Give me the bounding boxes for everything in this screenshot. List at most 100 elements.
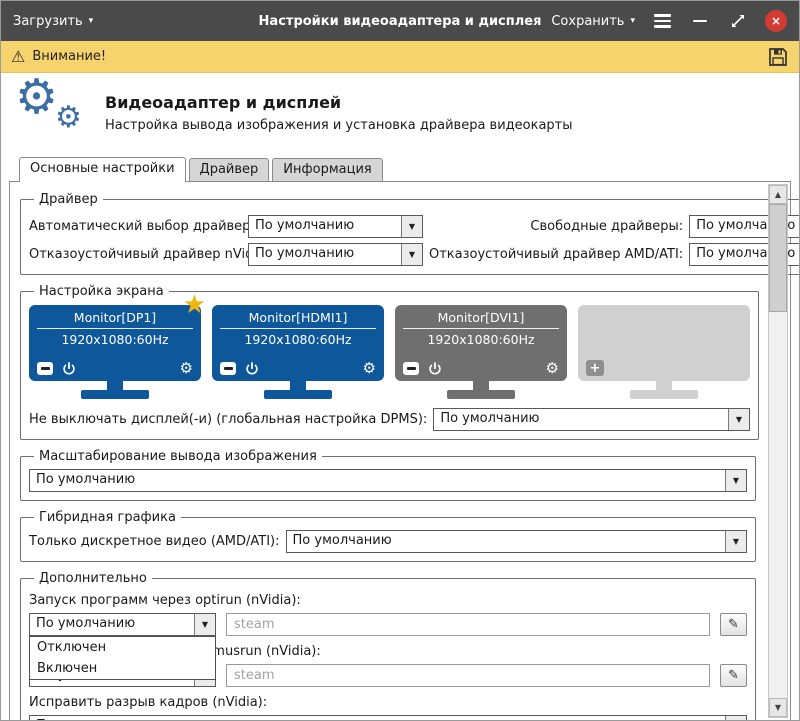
menu-button[interactable] — [651, 11, 673, 31]
primusrun-program-input[interactable] — [226, 664, 710, 687]
tearfree-select[interactable]: По умолчанию ▼ — [29, 715, 747, 720]
scroll-up-button[interactable]: ▲ — [769, 185, 787, 204]
hamburger-icon — [653, 14, 671, 17]
monitor-stand — [473, 381, 489, 390]
monitor-stand-base — [81, 390, 149, 399]
settings-panel: Драйвер Автоматический выбор драйвера: П… — [9, 181, 799, 720]
monitor-screen: Monitor[DP1] 1920x1080:60Hz ⚙ — [29, 305, 201, 381]
monitor-controls: ⚙ — [37, 361, 193, 376]
monitor-card-empty[interactable]: + — [578, 305, 750, 399]
monitor-stand — [656, 381, 672, 390]
monitor-settings-button[interactable]: ⚙ — [180, 361, 193, 376]
auto-driver-select[interactable]: По умолчанию ▼ — [248, 215, 423, 238]
monitor-card-dp1[interactable]: ★ Monitor[DP1] 1920x1080:60Hz ⚙ — [29, 292, 206, 399]
power-button[interactable] — [245, 361, 259, 376]
add-monitor-button[interactable]: + — [586, 360, 604, 376]
select-value: По умолчанию — [292, 533, 392, 548]
monitor-name: Monitor[DVI1] — [403, 308, 559, 329]
tab-information[interactable]: Информация — [272, 158, 383, 181]
driver-row-2: Отказоустойчивый драйвер nVidia: По умол… — [29, 243, 799, 266]
scaling-select[interactable]: По умолчанию ▼ — [29, 469, 747, 492]
load-button-label: Загрузить — [13, 13, 83, 29]
gear-icon: ⚙ — [15, 69, 59, 125]
minimize-icon — [693, 19, 707, 23]
chevron-down-icon: ▼ — [725, 470, 746, 491]
monitor-controls: ⚙ — [403, 361, 559, 376]
monitor-card-dvi1[interactable]: Monitor[DVI1] 1920x1080:60Hz ⚙ — [395, 305, 567, 399]
dropdown-option-enabled[interactable]: Включен — [30, 658, 215, 679]
optirun-select[interactable]: По умолчанию ▼ — [29, 613, 216, 636]
minus-icon — [40, 367, 50, 370]
close-button[interactable]: × — [765, 10, 787, 32]
chevron-down-icon: ▾ — [630, 15, 635, 26]
scaling-fieldset: Масштабирование вывода изображения По ум… — [20, 449, 756, 501]
monitor-mode: 1920x1080:60Hz — [427, 332, 535, 347]
monitor-list: ★ Monitor[DP1] 1920x1080:60Hz ⚙ Monitor[… — [29, 292, 750, 399]
dpms-select[interactable]: По умолчанию ▼ — [433, 408, 750, 431]
power-button[interactable] — [428, 361, 442, 376]
extra-legend: Дополнительно — [39, 571, 147, 586]
failsafe-nvidia-select[interactable]: По умолчанию ▼ — [248, 243, 423, 266]
disable-monitor-button[interactable] — [403, 362, 419, 375]
monitor-stand — [107, 381, 123, 390]
optirun-edit-button[interactable]: ✎ — [720, 613, 747, 636]
disable-monitor-button[interactable] — [220, 362, 236, 375]
failsafe-amd-label: Отказоустойчивый драйвер AMD/ATI: — [429, 247, 684, 262]
select-value: По умолчанию — [255, 246, 355, 261]
monitor-settings-button[interactable]: ⚙ — [546, 361, 559, 376]
dropdown-option-disabled[interactable]: Отключен — [30, 637, 215, 658]
monitor-mode: 1920x1080:60Hz — [61, 332, 169, 347]
power-button[interactable] — [62, 361, 76, 376]
tab-main-settings[interactable]: Основные настройки — [19, 157, 186, 182]
pencil-icon: ✎ — [728, 617, 739, 632]
driver-row-1: Автоматический выбор драйвера: По умолча… — [29, 215, 799, 238]
optirun-program-input[interactable] — [226, 613, 710, 636]
select-value: По умолчанию — [255, 218, 355, 233]
primusrun-edit-button[interactable]: ✎ — [720, 664, 747, 687]
chevron-down-icon: ▼ — [401, 216, 422, 237]
monitor-controls: ⚙ — [220, 361, 376, 376]
warning-bar: ⚠ Внимание! — [1, 41, 799, 73]
save-button[interactable]: Сохранить ▾ — [551, 14, 635, 29]
tearfree-row: По умолчанию ▼ — [29, 715, 747, 720]
monitor-name: Monitor[HDMI1] — [220, 308, 376, 329]
select-value: По умолчанию — [440, 411, 540, 426]
warning-icon: ⚠ — [11, 46, 26, 66]
scroll-down-button[interactable]: ▼ — [769, 698, 787, 717]
chevron-down-icon: ▼ — [728, 409, 749, 430]
free-drivers-label: Свободные драйверы: — [530, 219, 684, 234]
monitor-stand-base — [264, 390, 332, 399]
scrollbar-track[interactable] — [769, 204, 787, 698]
monitor-settings-button[interactable]: ⚙ — [363, 361, 376, 376]
scrollbar-thumb[interactable] — [769, 204, 787, 312]
disable-monitor-button[interactable] — [37, 362, 53, 375]
monitor-card-hdmi1[interactable]: Monitor[HDMI1] 1920x1080:60Hz ⚙ — [212, 305, 384, 399]
select-value: По умолчанию — [36, 472, 136, 487]
optirun-select-wrap: По умолчанию ▼ Отключен Включен — [29, 613, 216, 680]
hybrid-row: Только дискретное видео (AMD/ATI): По ум… — [29, 530, 747, 553]
scaling-row: По умолчанию ▼ — [29, 469, 747, 492]
page-title: Видеоадаптер и дисплей — [105, 93, 342, 112]
app-header-text: Видеоадаптер и дисплей Настройка вывода … — [105, 93, 573, 133]
load-button[interactable]: Загрузить ▾ — [13, 14, 93, 29]
vertical-scrollbar[interactable]: ▲ ▼ — [768, 184, 788, 718]
discrete-video-select[interactable]: По умолчанию ▼ — [285, 530, 747, 553]
tab-driver[interactable]: Драйвер — [188, 158, 270, 181]
monitor-mode: 1920x1080:60Hz — [244, 332, 352, 347]
gear-icon: ⚙ — [55, 100, 82, 135]
gears-app-icon: ⚙ ⚙ — [15, 73, 91, 143]
optirun-label: Запуск программ через optirun (nVidia): — [29, 593, 301, 608]
power-icon — [429, 361, 441, 374]
minus-icon — [223, 367, 233, 370]
minus-icon — [406, 367, 416, 370]
screen-fieldset: Настройка экрана ★ Monitor[DP1] 1920x108… — [20, 284, 759, 440]
select-value: По умолчанию — [30, 716, 725, 720]
maximize-button[interactable] — [727, 11, 749, 31]
minimize-button[interactable] — [689, 11, 711, 31]
monitor-screen: Monitor[HDMI1] 1920x1080:60Hz ⚙ — [212, 305, 384, 381]
discrete-video-label: Только дискретное видео (AMD/ATI): — [29, 534, 280, 549]
warning-text: Внимание! — [32, 49, 107, 64]
chevron-down-icon: ▼ — [194, 614, 215, 635]
hybrid-legend: Гибридная графика — [39, 510, 176, 525]
quick-save-button[interactable] — [767, 46, 789, 68]
